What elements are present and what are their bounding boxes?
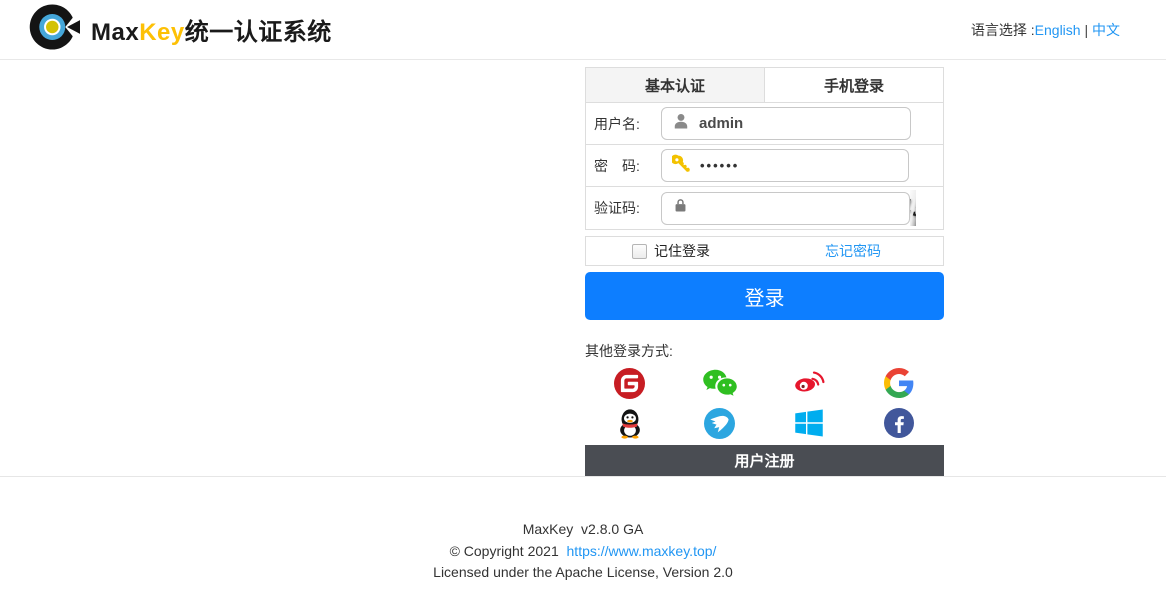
password-row: 密 码:: [586, 145, 943, 187]
login-button[interactable]: 登录: [585, 272, 944, 320]
footer-copyright: © Copyright 2021 https://www.maxkey.top/: [0, 541, 1166, 563]
login-form: 用户名: 密 码:: [585, 103, 944, 230]
language-selector: 语言选择 :English | 中文: [971, 20, 1120, 40]
footer-license: Licensed under the Apache License, Versi…: [0, 562, 1166, 584]
social-login-providers: [585, 363, 944, 443]
language-separator: |: [1081, 22, 1092, 38]
password-input[interactable]: [700, 158, 898, 173]
main-area: 基本认证 手机登录 用户名: 密 码:: [0, 60, 1166, 477]
tab-basic-auth[interactable]: 基本认证: [586, 68, 765, 102]
username-input-box: [661, 107, 911, 140]
captcha-image[interactable]: 3451: [910, 190, 916, 226]
copyright-text: © Copyright 2021: [450, 543, 567, 559]
captcha-digits: 3451: [910, 193, 916, 224]
captcha-row: 验证码: 3451: [586, 187, 943, 229]
google-icon[interactable]: [854, 363, 944, 403]
tab-mobile-login[interactable]: 手机登录: [765, 68, 943, 102]
username-input[interactable]: [699, 115, 900, 132]
facebook-icon[interactable]: [854, 403, 944, 443]
page-title: MaxKey统一认证系统: [91, 12, 332, 47]
maxkey-site-link[interactable]: https://www.maxkey.top/: [567, 543, 717, 559]
remember-checkbox[interactable]: [632, 244, 647, 259]
captcha-input-box: [661, 192, 910, 225]
gitee-icon[interactable]: [585, 363, 675, 403]
weibo-icon[interactable]: [765, 363, 855, 403]
person-icon: [672, 112, 690, 135]
remember-label: 记住登录: [654, 241, 710, 261]
username-row: 用户名:: [586, 103, 943, 145]
other-login-methods-label: 其他登录方式:: [585, 341, 944, 361]
maxkey-logo-icon: [27, 1, 81, 58]
provider-row: [585, 363, 944, 403]
password-input-box: [661, 149, 909, 182]
lock-icon: [672, 197, 689, 219]
user-register-button[interactable]: 用户注册: [585, 445, 944, 476]
login-tabs: 基本认证 手机登录: [585, 67, 944, 103]
header: MaxKey统一认证系统 语言选择 :English | 中文: [0, 0, 1166, 60]
password-label: 密 码:: [594, 156, 661, 176]
language-label: 语言选择 :: [971, 22, 1035, 38]
provider-row: [585, 403, 944, 443]
footer: MaxKey v2.8.0 GA © Copyright 2021 https:…: [0, 477, 1166, 584]
qq-icon[interactable]: [585, 403, 675, 443]
language-link-chinese[interactable]: 中文: [1092, 22, 1120, 38]
windows-icon[interactable]: [765, 403, 855, 443]
username-label: 用户名:: [594, 114, 661, 134]
remember-row: 记住登录 忘记密码: [585, 236, 944, 266]
dingtalk-icon[interactable]: [675, 403, 765, 443]
login-panel: 基本认证 手机登录 用户名: 密 码:: [585, 67, 944, 476]
remember-login: 记住登录: [632, 241, 710, 261]
captcha-input[interactable]: [698, 200, 899, 217]
forgot-password-link[interactable]: 忘记密码: [825, 241, 881, 261]
key-icon: [672, 154, 691, 178]
language-link-english[interactable]: English: [1035, 22, 1081, 38]
footer-version: MaxKey v2.8.0 GA: [0, 519, 1166, 541]
wechat-icon[interactable]: [675, 363, 765, 403]
captcha-label: 验证码:: [594, 198, 661, 218]
brand: MaxKey统一认证系统: [27, 1, 332, 58]
